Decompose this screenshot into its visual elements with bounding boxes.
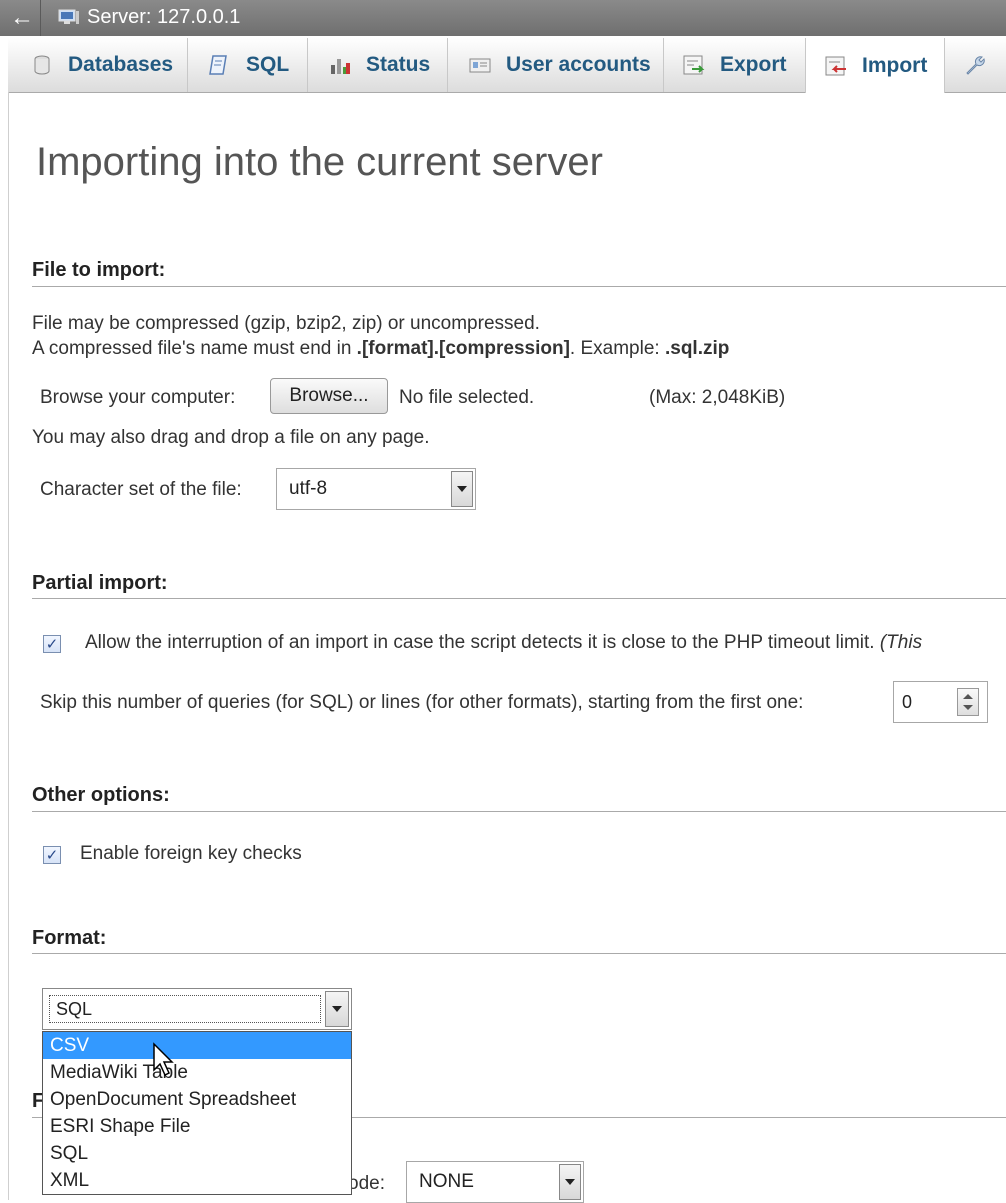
sql-icon	[209, 55, 227, 75]
charset-label: Character set of the file:	[40, 479, 242, 500]
spin-up-icon[interactable]	[963, 694, 973, 699]
format-select[interactable]: SQL	[42, 988, 352, 1030]
server-icon	[58, 9, 79, 24]
chevron-down-icon[interactable]	[325, 991, 349, 1027]
foreign-keys-label: Enable foreign key checks	[80, 843, 302, 864]
format-option-esri[interactable]: ESRI Shape File	[43, 1113, 351, 1140]
tab-import[interactable]: Import	[805, 38, 945, 93]
format-option-mediawiki[interactable]: MediaWiki Table	[43, 1059, 351, 1086]
format-option-csv[interactable]: CSV	[43, 1032, 351, 1059]
skip-value: 0	[902, 691, 913, 712]
allow-interrupt-label: Allow the interruption of an import in c…	[85, 632, 922, 654]
export-icon	[683, 55, 705, 75]
wrench-icon	[966, 56, 985, 75]
filename-note: A compressed file's name must end in .[f…	[32, 338, 729, 360]
format-option-sql[interactable]: SQL	[43, 1140, 351, 1167]
format-dropdown-list: CSV MediaWiki Table OpenDocument Spreads…	[42, 1031, 352, 1195]
divider	[32, 953, 1006, 954]
tab-export[interactable]: Export	[664, 38, 806, 92]
tab-status[interactable]: Status	[308, 38, 448, 92]
format-section-title: Format:	[32, 927, 107, 949]
chevron-down-icon[interactable]	[451, 471, 473, 507]
server-bar: ← Server: 127.0.0.1	[0, 0, 1006, 36]
spin-down-icon[interactable]	[963, 705, 973, 710]
tab-user-accounts[interactable]: User accounts	[448, 38, 664, 92]
example-value: .sql.zip	[664, 338, 730, 359]
tab-label: Status	[366, 53, 431, 76]
allow-interrupt-note: (This	[879, 632, 923, 653]
tab-label: User accounts	[506, 53, 651, 76]
page-title: Importing into the current server	[36, 140, 603, 184]
file-section-title: File to import:	[32, 259, 166, 281]
browse-button[interactable]: Browse...	[270, 378, 388, 414]
tab-label: Databases	[68, 53, 174, 76]
sql-mode-value: NONE	[419, 1171, 474, 1192]
divider	[32, 286, 1006, 287]
back-arrow-icon[interactable]: ←	[10, 4, 34, 32]
allow-interrupt-text: Allow the interruption of an import in c…	[85, 632, 875, 653]
status-icon	[331, 59, 350, 74]
tab-label: Import	[862, 53, 928, 77]
allow-interrupt-checkbox[interactable]	[43, 635, 61, 653]
file-status: No file selected.	[399, 387, 535, 408]
partial-section-title: Partial import:	[32, 572, 168, 594]
main-tabs: Databases SQL Status User accounts Expor…	[8, 38, 1006, 93]
browse-label: Browse your computer:	[40, 387, 236, 408]
tab-databases[interactable]: Databases	[8, 38, 188, 92]
server-breadcrumb[interactable]: Server: 127.0.0.1	[87, 6, 240, 29]
charset-select[interactable]: utf-8	[276, 468, 476, 510]
separator	[40, 0, 41, 36]
max-size: (Max: 2,048KiB)	[649, 387, 786, 408]
skip-label: Skip this number of queries (for SQL) or…	[40, 692, 804, 713]
content-border	[8, 92, 9, 1200]
example-label: . Example:	[569, 338, 665, 359]
tab-settings[interactable]	[945, 38, 1006, 92]
compression-note: File may be compressed (gzip, bzip2, zip…	[32, 313, 540, 334]
format-pattern: .[format].[compression]	[356, 338, 570, 359]
format-option-xml[interactable]: XML	[43, 1167, 351, 1194]
tab-label: SQL	[246, 53, 290, 76]
database-icon	[34, 55, 50, 75]
sql-mode-select[interactable]: NONE	[406, 1161, 584, 1203]
import-icon	[825, 56, 846, 75]
tab-label: Export	[720, 53, 787, 76]
users-icon	[469, 58, 491, 73]
chevron-down-icon[interactable]	[559, 1164, 581, 1200]
drag-drop-note: You may also drag and drop a file on any…	[32, 427, 430, 448]
foreign-keys-checkbox[interactable]	[43, 846, 61, 864]
format-selected-value: SQL	[49, 995, 321, 1023]
mouse-cursor-icon	[153, 1042, 174, 1077]
sql-mode-label: ode:	[348, 1173, 385, 1194]
tab-sql[interactable]: SQL	[188, 38, 308, 92]
divider	[32, 811, 1006, 812]
stepper-icon[interactable]	[957, 688, 979, 716]
other-section-title: Other options:	[32, 784, 170, 806]
filename-note-text: A compressed file's name must end in	[32, 338, 357, 359]
format-option-ods[interactable]: OpenDocument Spreadsheet	[43, 1086, 351, 1113]
divider	[32, 598, 1006, 599]
charset-value: utf-8	[289, 478, 328, 499]
skip-queries-input[interactable]: 0	[893, 681, 988, 723]
